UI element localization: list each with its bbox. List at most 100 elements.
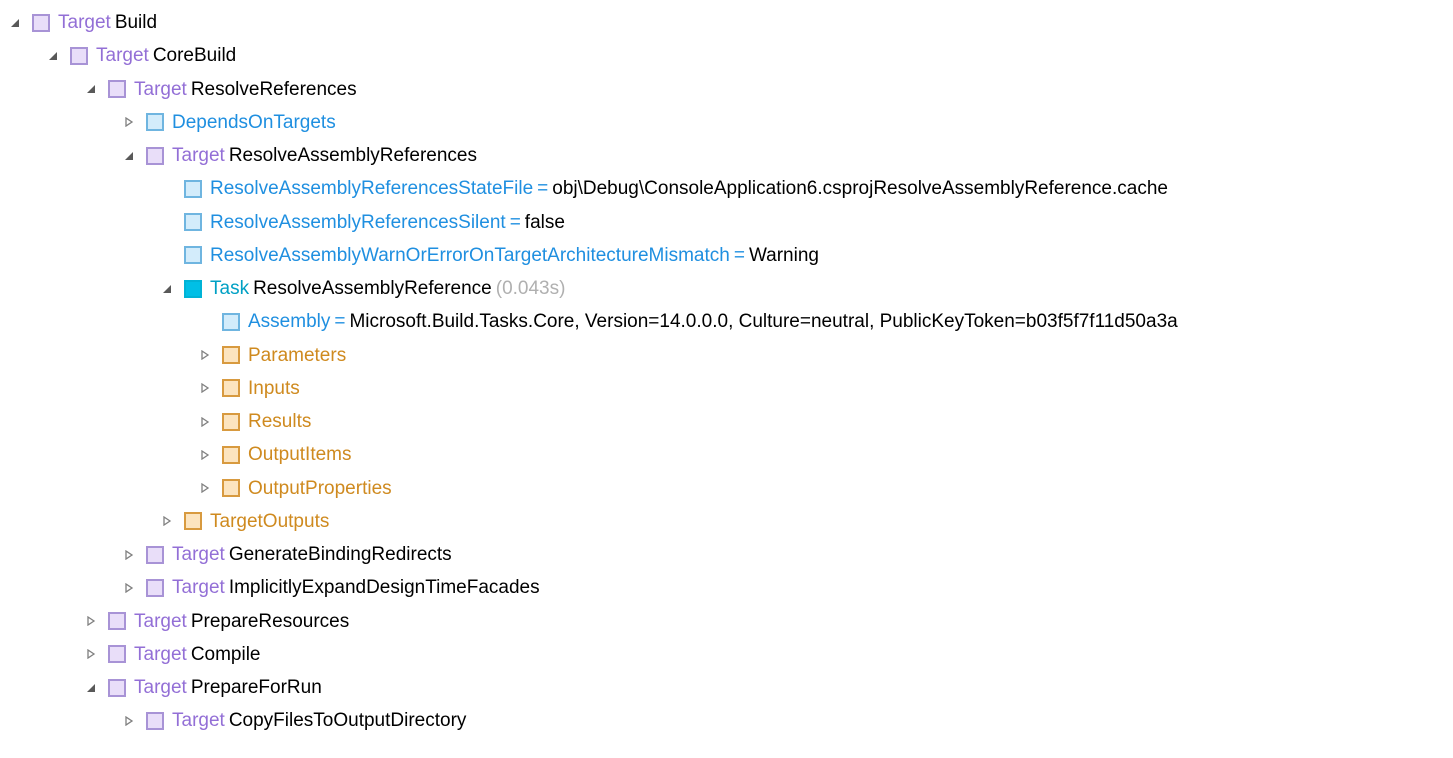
target-icon bbox=[146, 579, 164, 597]
property-icon bbox=[184, 213, 202, 231]
expand-toggle[interactable] bbox=[198, 348, 212, 362]
expand-toggle[interactable] bbox=[122, 115, 136, 129]
equals: = bbox=[334, 305, 345, 338]
target-icon bbox=[146, 712, 164, 730]
target-resolverefs[interactable]: Target ResolveReferences bbox=[84, 73, 1453, 106]
expand-toggle[interactable] bbox=[198, 415, 212, 429]
target-label: Target bbox=[96, 39, 149, 72]
task-assembly[interactable]: Assembly = Microsoft.Build.Tasks.Core, V… bbox=[198, 305, 1453, 338]
expand-toggle[interactable] bbox=[84, 614, 98, 628]
target-implicitexpand[interactable]: Target ImplicitlyExpandDesignTimeFacades bbox=[122, 571, 1453, 604]
target-name: GenerateBindingRedirects bbox=[229, 538, 452, 571]
assembly-val: Microsoft.Build.Tasks.Core, Version=14.0… bbox=[349, 305, 1177, 338]
expand-toggle[interactable] bbox=[46, 49, 60, 63]
target-name: CoreBuild bbox=[153, 39, 236, 72]
task-group-inputs[interactable]: Inputs bbox=[198, 372, 1453, 405]
group-label: DependsOnTargets bbox=[172, 106, 336, 139]
target-build[interactable]: Target Build bbox=[8, 6, 1453, 39]
target-label: Target bbox=[172, 571, 225, 604]
assembly-label: Assembly bbox=[248, 305, 330, 338]
target-name: ResolveAssemblyReferences bbox=[229, 139, 477, 172]
property-silent[interactable]: ResolveAssemblyReferencesSilent = false bbox=[160, 206, 1453, 239]
task-resolveasmref[interactable]: Task ResolveAssemblyReference (0.043s) bbox=[160, 272, 1453, 305]
target-name: Build bbox=[115, 6, 157, 39]
prop-key: ResolveAssemblyReferencesSilent bbox=[210, 206, 506, 239]
property-warn[interactable]: ResolveAssemblyWarnOrErrorOnTargetArchit… bbox=[160, 239, 1453, 272]
task-time: (0.043s) bbox=[496, 272, 566, 305]
folder-icon bbox=[222, 379, 240, 397]
task-group-outputproperties[interactable]: OutputProperties bbox=[198, 472, 1453, 505]
target-icon bbox=[146, 546, 164, 564]
target-copyfiles[interactable]: Target CopyFilesToOutputDirectory bbox=[122, 704, 1453, 737]
prop-val: Warning bbox=[749, 239, 819, 272]
target-icon bbox=[108, 645, 126, 663]
target-outputs[interactable]: TargetOutputs bbox=[160, 505, 1453, 538]
target-icon bbox=[108, 612, 126, 630]
target-prepareforrun[interactable]: Target PrepareForRun bbox=[84, 671, 1453, 704]
prop-val: false bbox=[525, 206, 565, 239]
expand-toggle[interactable] bbox=[122, 548, 136, 562]
expand-toggle[interactable] bbox=[84, 647, 98, 661]
task-group-outputitems[interactable]: OutputItems bbox=[198, 438, 1453, 471]
expand-toggle[interactable] bbox=[198, 448, 212, 462]
group-label: OutputProperties bbox=[248, 472, 392, 505]
property-icon bbox=[184, 180, 202, 198]
folder-icon bbox=[184, 512, 202, 530]
folder-icon bbox=[222, 479, 240, 497]
group-label: TargetOutputs bbox=[210, 505, 329, 538]
expand-toggle[interactable] bbox=[84, 681, 98, 695]
expand-toggle[interactable] bbox=[160, 514, 174, 528]
group-label: Inputs bbox=[248, 372, 300, 405]
task-group-parameters[interactable]: Parameters bbox=[198, 339, 1453, 372]
target-icon bbox=[32, 14, 50, 32]
expand-toggle[interactable] bbox=[160, 282, 174, 296]
property-icon bbox=[184, 246, 202, 264]
target-label: Target bbox=[134, 638, 187, 671]
target-icon bbox=[70, 47, 88, 65]
folder-icon bbox=[146, 113, 164, 131]
target-name: PrepareForRun bbox=[191, 671, 322, 704]
target-icon bbox=[146, 147, 164, 165]
task-name: ResolveAssemblyReference bbox=[253, 272, 492, 305]
expand-toggle[interactable] bbox=[84, 82, 98, 96]
expand-toggle[interactable] bbox=[8, 16, 22, 30]
target-compile[interactable]: Target Compile bbox=[84, 638, 1453, 671]
group-label: Parameters bbox=[248, 339, 346, 372]
target-label: Target bbox=[172, 139, 225, 172]
target-genbinding[interactable]: Target GenerateBindingRedirects bbox=[122, 538, 1453, 571]
expand-toggle[interactable] bbox=[122, 149, 136, 163]
property-statefile[interactable]: ResolveAssemblyReferencesStateFile = obj… bbox=[160, 172, 1453, 205]
target-icon bbox=[108, 80, 126, 98]
target-corebuild[interactable]: Target CoreBuild bbox=[46, 39, 1453, 72]
target-icon bbox=[108, 679, 126, 697]
equals: = bbox=[510, 206, 521, 239]
expand-toggle[interactable] bbox=[122, 714, 136, 728]
prop-val: obj\Debug\ConsoleApplication6.csprojReso… bbox=[552, 172, 1168, 205]
target-label: Target bbox=[134, 605, 187, 638]
expand-toggle[interactable] bbox=[198, 481, 212, 495]
prop-key: ResolveAssemblyWarnOrErrorOnTargetArchit… bbox=[210, 239, 730, 272]
task-label: Task bbox=[210, 272, 249, 305]
group-label: OutputItems bbox=[248, 438, 352, 471]
target-name: ImplicitlyExpandDesignTimeFacades bbox=[229, 571, 540, 604]
equals: = bbox=[734, 239, 745, 272]
target-label: Target bbox=[172, 704, 225, 737]
target-label: Target bbox=[134, 671, 187, 704]
expand-toggle[interactable] bbox=[122, 581, 136, 595]
target-name: CopyFilesToOutputDirectory bbox=[229, 704, 467, 737]
task-group-results[interactable]: Results bbox=[198, 405, 1453, 438]
target-label: Target bbox=[172, 538, 225, 571]
target-label: Target bbox=[134, 73, 187, 106]
target-label: Target bbox=[58, 6, 111, 39]
property-icon bbox=[222, 313, 240, 331]
target-name: PrepareResources bbox=[191, 605, 349, 638]
folder-icon bbox=[222, 346, 240, 364]
expand-toggle[interactable] bbox=[198, 381, 212, 395]
target-name: ResolveReferences bbox=[191, 73, 357, 106]
folder-icon bbox=[222, 446, 240, 464]
tree-root: Target Build Target CoreBuild Target Res… bbox=[8, 6, 1453, 738]
target-resolveasmrefs[interactable]: Target ResolveAssemblyReferences bbox=[122, 139, 1453, 172]
depends-on-targets[interactable]: DependsOnTargets bbox=[122, 106, 1453, 139]
equals: = bbox=[537, 172, 548, 205]
target-prepareresources[interactable]: Target PrepareResources bbox=[84, 605, 1453, 638]
